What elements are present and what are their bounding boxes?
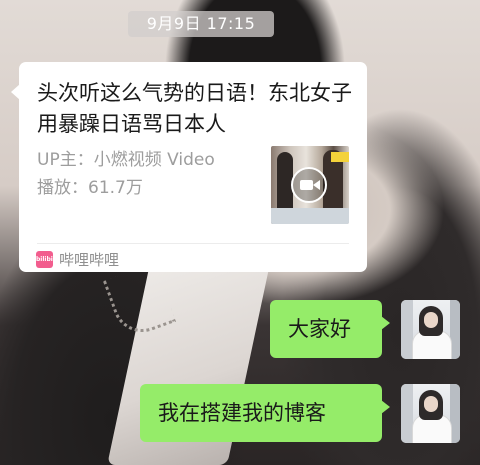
uploader-row: UP主：小燃视频 Video — [37, 146, 277, 174]
card-source: bilibili 哔哩哔哩 — [36, 247, 119, 271]
video-camera-icon — [291, 167, 327, 203]
uploader-name: 小燃视频 Video — [93, 150, 215, 170]
message-timestamp: 9月9日 17:15 — [128, 11, 274, 37]
shared-video-card[interactable]: 头次听这么气势的日语！东北女子用暴躁日语骂日本人 UP主：小燃视频 Video … — [11, 62, 367, 272]
self-avatar[interactable] — [401, 300, 460, 359]
uploader-label: UP主： — [37, 150, 94, 170]
shared-video-meta: UP主：小燃视频 Video 播放：61.7万 — [37, 146, 277, 202]
bilibili-logo-icon: bilibili — [36, 250, 53, 268]
plays-row: 播放：61.7万 — [37, 174, 277, 202]
card-divider — [37, 243, 349, 244]
shared-video-title: 头次听这么气势的日语！东北女子用暴躁日语骂日本人 — [37, 81, 352, 136]
source-app-name: 哔哩哔哩 — [59, 250, 120, 269]
plays-count: 61.7万 — [88, 178, 143, 198]
self-avatar[interactable] — [401, 384, 460, 443]
sent-message-bubble[interactable]: 我在搭建我的博客 — [140, 384, 390, 442]
plays-label: 播放： — [37, 178, 88, 198]
sent-message-bubble[interactable]: 大家好 — [270, 300, 390, 358]
